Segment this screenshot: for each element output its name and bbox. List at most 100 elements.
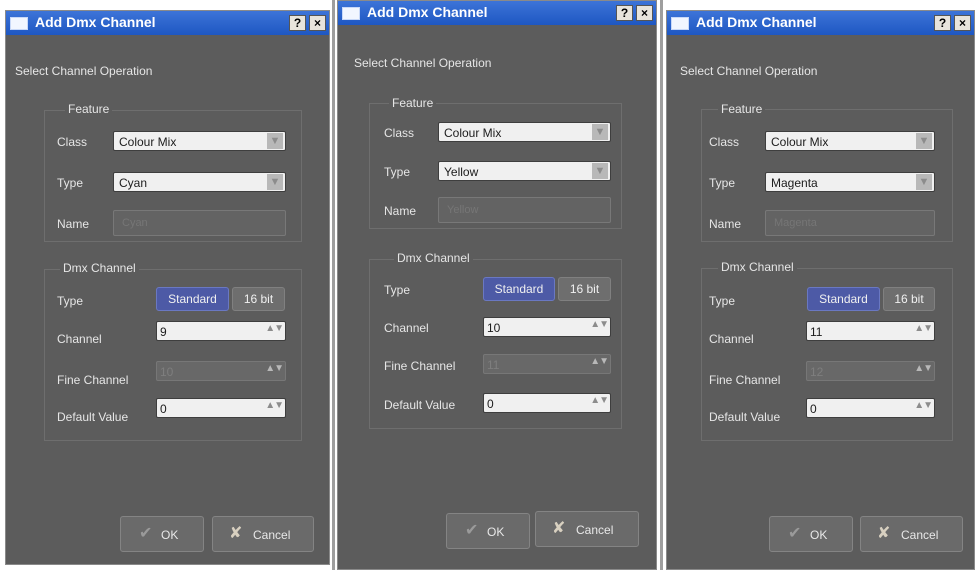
spin-arrows-icon: ▲▼ (914, 363, 933, 374)
close-button[interactable]: × (954, 15, 971, 31)
chevron-down-icon[interactable]: ▼ (267, 133, 283, 149)
class-label: Class (384, 126, 415, 140)
default-value: 0 (810, 402, 817, 416)
cancel-x-icon: ✘ (877, 525, 891, 542)
name-field: Magenta (765, 210, 935, 236)
dialog-title: Add Dmx Channel (367, 4, 488, 20)
spin-arrows-icon[interactable]: ▲▼ (265, 400, 284, 411)
default-value-stepper[interactable]: 0 ▲▼ (806, 398, 935, 418)
spin-arrows-icon[interactable]: ▲▼ (914, 323, 933, 334)
title-bar[interactable]: Add Dmx Channel ? × (338, 1, 656, 25)
spin-arrows-icon[interactable]: ▲▼ (265, 323, 284, 334)
type-dropdown[interactable]: Magenta ▼ (765, 172, 935, 192)
channel-value: 10 (487, 321, 501, 335)
channel-stepper[interactable]: 10 ▲▼ (483, 317, 611, 337)
add-dmx-channel-dialog-magenta: Add Dmx Channel ? × Select Channel Opera… (666, 10, 975, 570)
operation-label: Select Channel Operation (15, 64, 153, 78)
fine-channel-stepper: 12 ▲▼ (806, 361, 935, 381)
help-button[interactable]: ? (934, 15, 951, 31)
help-button[interactable]: ? (616, 5, 633, 21)
ok-button[interactable]: ✔ OK (120, 516, 204, 552)
channel-stepper[interactable]: 9 ▲▼ (156, 321, 286, 341)
dmx-type-label: Type (384, 283, 411, 297)
ok-check-icon: ✔ (788, 525, 802, 542)
class-dropdown[interactable]: Colour Mix ▼ (765, 131, 935, 151)
spin-arrows-icon[interactable]: ▲▼ (590, 319, 609, 330)
dmx-channel-legend: Dmx Channel (60, 261, 139, 275)
type-label: Type (384, 165, 411, 179)
dmx-type-label: Type (57, 294, 84, 308)
fine-channel-label: Fine Channel (384, 359, 456, 373)
name-label: Name (709, 217, 742, 231)
ok-label: OK (487, 525, 505, 539)
ok-button[interactable]: ✔ OK (769, 516, 853, 552)
class-dropdown[interactable]: Colour Mix ▼ (113, 131, 286, 151)
class-value: Colour Mix (119, 135, 177, 149)
ok-button[interactable]: ✔ OK (446, 513, 530, 549)
class-dropdown[interactable]: Colour Mix ▼ (438, 122, 611, 142)
name-label: Name (57, 217, 90, 231)
16-bit-toggle[interactable]: 16 bit (558, 277, 611, 301)
chevron-down-icon[interactable]: ▼ (916, 133, 932, 149)
16-bit-toggle[interactable]: 16 bit (883, 287, 935, 311)
cancel-x-icon: ✘ (552, 520, 566, 537)
channel-value: 9 (160, 325, 167, 339)
cancel-label: Cancel (253, 528, 291, 542)
class-label: Class (709, 135, 740, 149)
cancel-label: Cancel (576, 523, 614, 537)
channel-stepper[interactable]: 11 ▲▼ (806, 321, 935, 341)
cancel-label: Cancel (901, 528, 939, 542)
fine-channel-label: Fine Channel (57, 373, 129, 387)
dmx-channel-legend: Dmx Channel (394, 251, 473, 265)
window-icon (342, 7, 360, 20)
spin-arrows-icon[interactable]: ▲▼ (590, 395, 609, 406)
standard-toggle[interactable]: Standard (483, 277, 555, 301)
default-value-stepper[interactable]: 0 ▲▼ (156, 398, 286, 418)
type-value: Cyan (119, 176, 148, 190)
default-value: 0 (160, 402, 167, 416)
ok-label: OK (161, 528, 179, 542)
chevron-down-icon[interactable]: ▼ (592, 163, 608, 179)
type-label: Type (57, 176, 84, 190)
default-value-label: Default Value (384, 398, 456, 412)
default-value: 0 (487, 397, 494, 411)
standard-toggle[interactable]: Standard (156, 287, 229, 311)
spin-arrows-icon: ▲▼ (265, 363, 284, 374)
fine-channel-value: 11 (487, 358, 500, 372)
cancel-button[interactable]: ✘ Cancel (212, 516, 314, 552)
name-field: Cyan (113, 210, 286, 236)
chevron-down-icon[interactable]: ▼ (267, 174, 283, 190)
name-label: Name (384, 204, 417, 218)
close-button[interactable]: × (309, 15, 326, 31)
feature-legend: Feature (389, 96, 437, 110)
standard-toggle[interactable]: Standard (807, 287, 880, 311)
title-bar[interactable]: Add Dmx Channel ? × (667, 11, 974, 35)
name-placeholder: Yellow (447, 204, 479, 216)
cancel-button[interactable]: ✘ Cancel (535, 511, 639, 547)
fine-channel-value: 12 (810, 365, 824, 379)
help-button[interactable]: ? (289, 15, 306, 31)
ok-check-icon: ✔ (139, 525, 153, 542)
16-bit-toggle[interactable]: 16 bit (232, 287, 285, 311)
fine-channel-label: Fine Channel (709, 373, 781, 387)
spin-arrows-icon[interactable]: ▲▼ (914, 400, 933, 411)
window-icon (10, 17, 28, 30)
operation-label: Select Channel Operation (680, 64, 818, 78)
cancel-button[interactable]: ✘ Cancel (860, 516, 963, 552)
channel-label: Channel (709, 332, 754, 346)
close-button[interactable]: × (636, 5, 653, 21)
add-dmx-channel-dialog-yellow: Add Dmx Channel ? × Select Channel Opera… (337, 0, 657, 570)
feature-legend: Feature (718, 102, 766, 116)
type-dropdown[interactable]: Cyan ▼ (113, 172, 286, 192)
add-dmx-channel-dialog-cyan: Add Dmx Channel ? × Select Channel Opera… (5, 10, 330, 565)
operation-label: Select Channel Operation (354, 56, 492, 70)
chevron-down-icon[interactable]: ▼ (916, 174, 932, 190)
type-label: Type (709, 176, 736, 190)
chevron-down-icon[interactable]: ▼ (592, 124, 608, 140)
default-value-label: Default Value (709, 410, 781, 424)
default-value-stepper[interactable]: 0 ▲▼ (483, 393, 611, 413)
separator-line (660, 0, 663, 570)
type-dropdown[interactable]: Yellow ▼ (438, 161, 611, 181)
class-value: Colour Mix (771, 135, 829, 149)
title-bar[interactable]: Add Dmx Channel ? × (6, 11, 329, 35)
